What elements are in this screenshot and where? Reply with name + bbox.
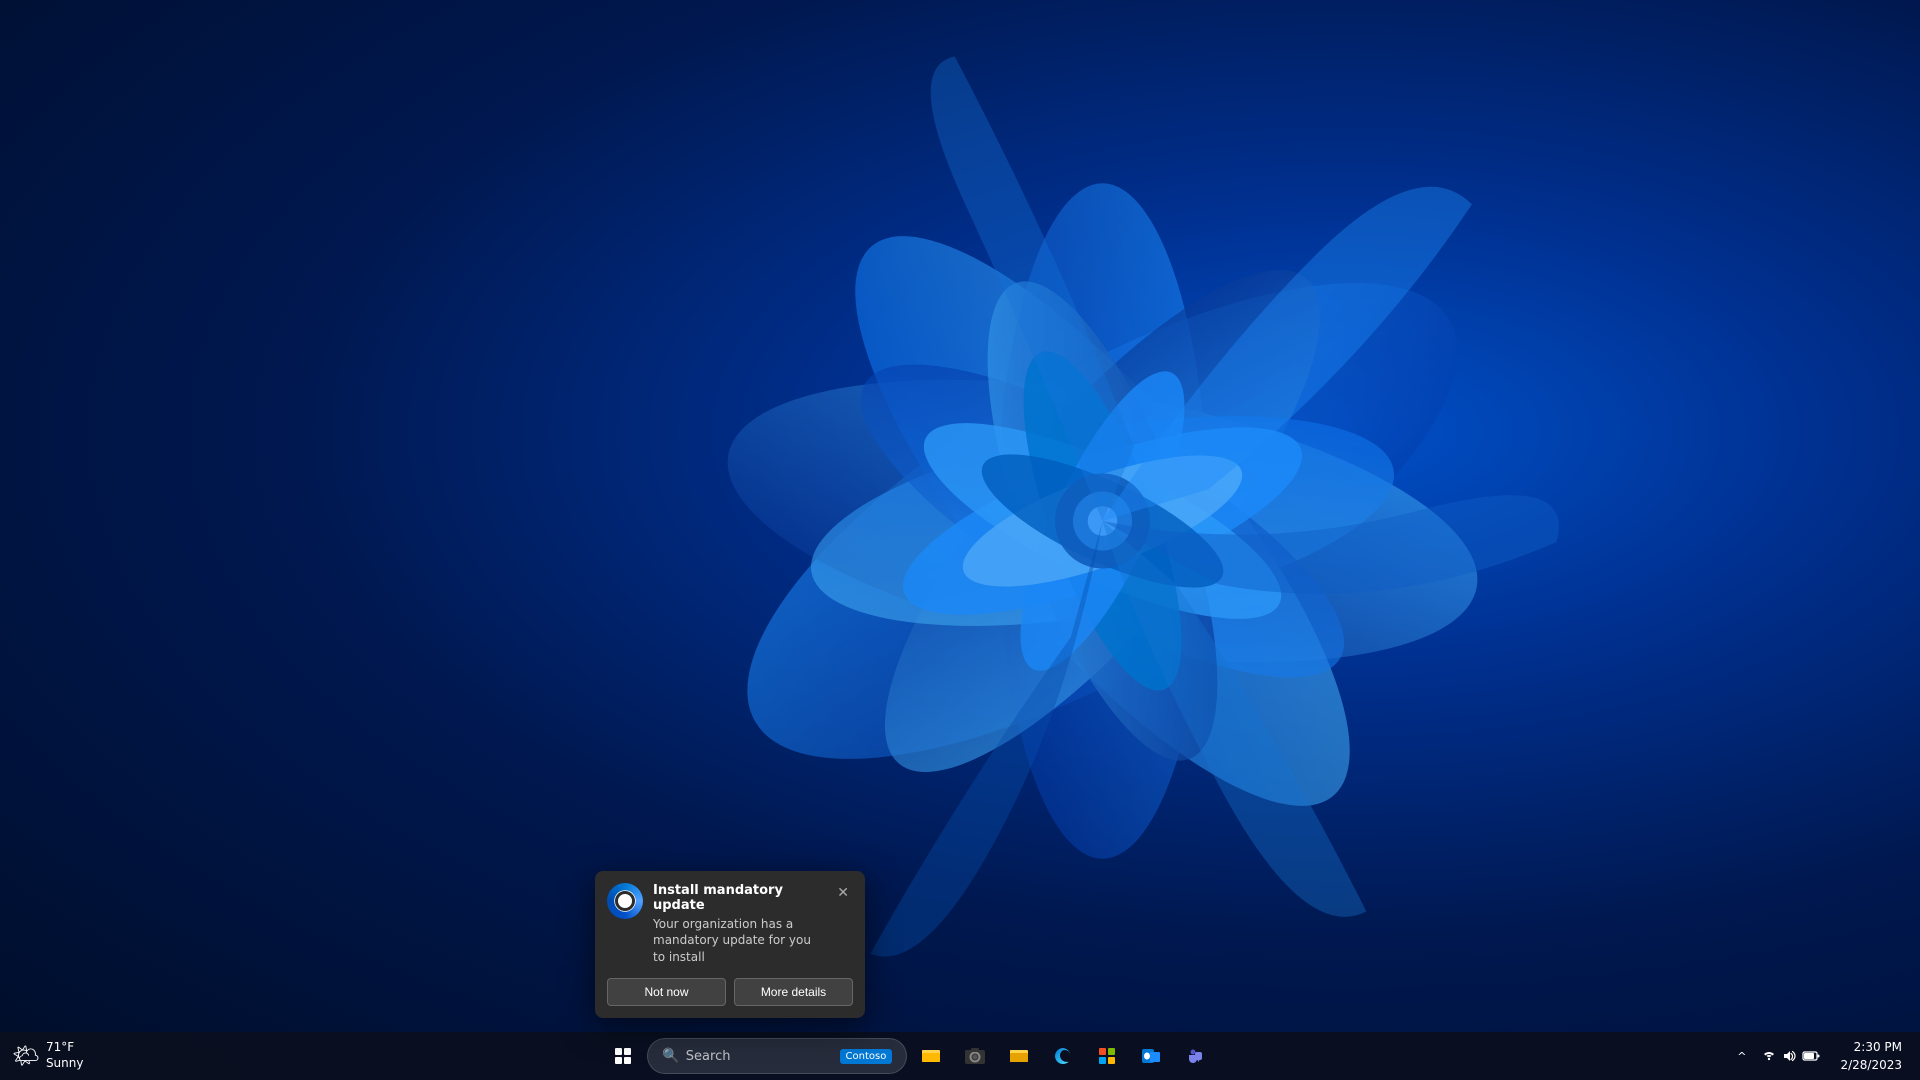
wallpaper-bloom — [0, 0, 1920, 1080]
taskbar-app-camera[interactable] — [955, 1036, 995, 1076]
notification-app-icon — [607, 883, 643, 919]
taskbar: 🌤 71°F Sunny 🔍 Search Contoso — [0, 1032, 1920, 1080]
weather-widget[interactable]: 🌤 71°F Sunny — [0, 1040, 95, 1071]
notification-body: Your organization has a mandatory update… — [653, 916, 823, 966]
clock-time: 2:30 PM — [1840, 1038, 1902, 1056]
taskbar-app-outlook[interactable] — [1131, 1036, 1171, 1076]
notification-dismiss-button[interactable]: Not now — [607, 978, 726, 1006]
search-label: Search — [686, 1049, 731, 1064]
clock[interactable]: 2:30 PM 2/28/2023 — [1830, 1034, 1912, 1078]
start-button[interactable] — [603, 1036, 643, 1076]
taskbar-app-file-explorer[interactable] — [911, 1036, 951, 1076]
notification-close-button[interactable]: ✕ — [833, 883, 853, 903]
search-icon: 🔍 — [662, 1048, 679, 1064]
system-tray: ^ — [1723, 1034, 1920, 1078]
battery-icon — [1802, 1049, 1820, 1063]
taskbar-app-file-manager[interactable] — [999, 1036, 1039, 1076]
weather-text: 71°F Sunny — [46, 1040, 84, 1071]
windows-logo-icon — [615, 1048, 631, 1064]
network-icon — [1762, 1049, 1776, 1063]
volume-icon — [1782, 1049, 1796, 1063]
tray-expand-button[interactable]: ^ — [1731, 1046, 1752, 1067]
contoso-badge: Contoso — [840, 1049, 893, 1064]
taskbar-app-store[interactable] — [1087, 1036, 1127, 1076]
weather-condition: Sunny — [46, 1056, 84, 1072]
notification-title: Install mandatory update — [653, 883, 823, 913]
clock-date: 2/28/2023 — [1840, 1056, 1902, 1074]
desktop: Install mandatory update Your organizati… — [0, 0, 1920, 1080]
notification-header: Install mandatory update Your organizati… — [607, 883, 853, 966]
notification-popup: Install mandatory update Your organizati… — [595, 871, 865, 1018]
taskbar-center: 🔍 Search Contoso — [95, 1036, 1723, 1076]
notification-content: Install mandatory update Your organizati… — [653, 883, 823, 966]
search-bar[interactable]: 🔍 Search Contoso — [647, 1038, 907, 1074]
taskbar-app-edge[interactable] — [1043, 1036, 1083, 1076]
weather-icon: 🌤 — [12, 1044, 40, 1069]
weather-temp: 71°F — [46, 1040, 84, 1056]
notification-buttons: Not now More details — [607, 978, 853, 1006]
notification-action-button[interactable]: More details — [734, 978, 853, 1006]
tray-icons-group[interactable] — [1754, 1045, 1828, 1067]
taskbar-app-teams[interactable] — [1175, 1036, 1215, 1076]
